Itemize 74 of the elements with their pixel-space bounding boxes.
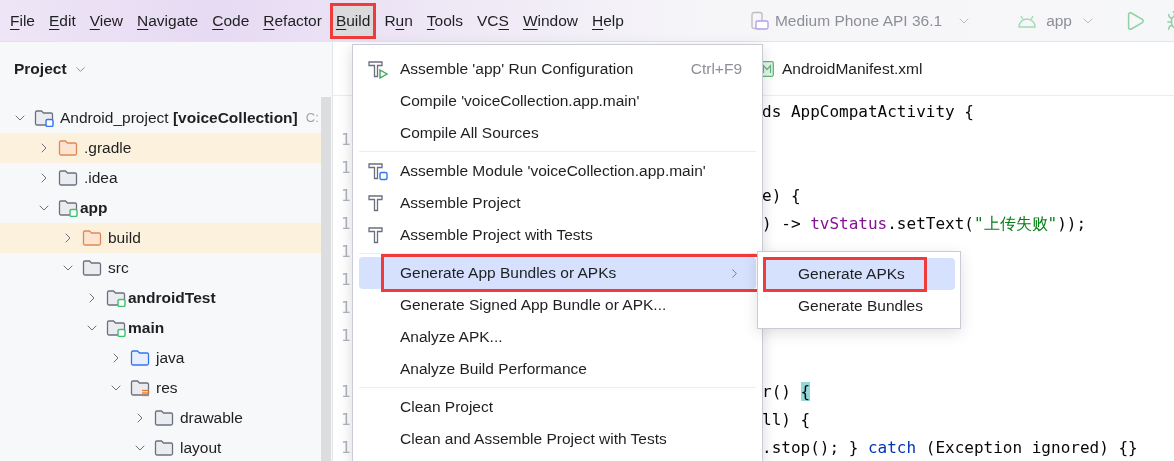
line-number: 1 [341,186,351,205]
menu-item[interactable]: View [83,3,130,38]
folder-icon [154,409,174,427]
folder-icon [58,139,78,157]
line-number: 1 [341,382,351,401]
tree-item[interactable]: java [0,343,321,373]
code-line: ) -> tvStatus.setText("上传失败")); [762,214,1087,233]
tree-item[interactable]: drawable [0,403,321,433]
code-line: ds AppCompatActivity { [762,102,974,121]
tree-item[interactable]: Android_project [voiceCollection] C: [0,103,321,133]
folder-icon [58,199,78,217]
menu-item[interactable]: Refactor [257,3,328,38]
line-number: 1 [341,158,351,177]
menu-item[interactable]: Analyze Build Performance [359,353,756,385]
menu-item[interactable]: Compile 'voiceCollection.app.main' [359,85,756,117]
menu-item[interactable]: Navigate [131,3,205,38]
tree-item[interactable]: main [0,313,321,343]
menu-item[interactable]: Assemble Project [359,187,756,219]
line-number: 1 [341,130,351,149]
menu-item[interactable]: File [4,3,41,38]
menu-item[interactable]: Generate Bundles [763,290,955,322]
line-number: 1 [341,326,351,345]
tree-item[interactable]: .gradle [0,133,321,163]
line-number: 1 [341,438,351,457]
folder-icon [106,289,126,307]
line-number: 1 [341,214,351,233]
panel-title: Project [14,59,67,80]
menu-item[interactable]: Assemble 'app' Run Configuration Ctrl+F9 [359,53,756,85]
menu-item[interactable]: Assemble Project with Tests [359,219,756,251]
menu-item[interactable]: Clean Project [359,391,756,423]
tree-item[interactable]: res [0,373,321,403]
folder-icon [130,349,150,367]
folder-icon [82,259,102,277]
menu-item[interactable]: Tools [420,3,469,38]
folder-icon [130,379,150,397]
hammer-square-icon [367,161,389,181]
menu-item[interactable]: Generate App Bundles or APKs [359,257,756,289]
shortcut-text: Ctrl+F9 [690,59,742,80]
tree-item[interactable]: androidTest [0,283,321,313]
tree-item[interactable]: layout [0,433,321,461]
menu-item[interactable]: Build [329,3,377,38]
menu-item[interactable]: Clean and Assemble Project with Tests [359,423,756,455]
menu-item[interactable]: Window [516,3,585,38]
menu-item[interactable]: Generate Signed App Bundle or APK... [359,289,756,321]
folder-icon [106,319,126,337]
code-line: ll) { [762,410,811,429]
scrollbar[interactable] [321,97,331,461]
menu-item[interactable]: Compile All Sources [359,117,756,149]
menu-item[interactable]: Generate APKs [763,258,955,290]
menu-item[interactable]: Analyze APK... [359,321,756,353]
line-number: 1 [341,298,351,317]
path-text: C: [305,109,319,128]
devices-icon [750,10,769,31]
code-line: e) { [762,186,801,205]
menu-item[interactable]: Edit [43,3,82,38]
menu-item[interactable]: Code [206,3,256,38]
tree-item[interactable]: build [0,223,321,253]
code-line: r() { [762,382,811,401]
menu-item[interactable]: Help [586,3,630,38]
folder-icon [154,439,174,457]
menu-item[interactable]: VCS [471,3,515,38]
tree-item[interactable]: .idea [0,163,321,193]
folder-icon [58,169,78,187]
folder-icon [34,109,54,127]
line-number: 1 [341,242,351,261]
menu-item[interactable]: Run [378,3,419,38]
hammer-play-icon [367,59,389,79]
folder-icon [82,229,102,247]
code-line: .stop(); } catch (Exception ignored) {} [762,438,1138,457]
tree-item[interactable]: app [0,193,321,223]
tree-item[interactable]: src [0,253,321,283]
line-number: 1 [341,410,351,429]
line-number: 1 [341,270,351,289]
menu-item[interactable]: Assemble Module 'voiceCollection.app.main' [359,155,756,187]
